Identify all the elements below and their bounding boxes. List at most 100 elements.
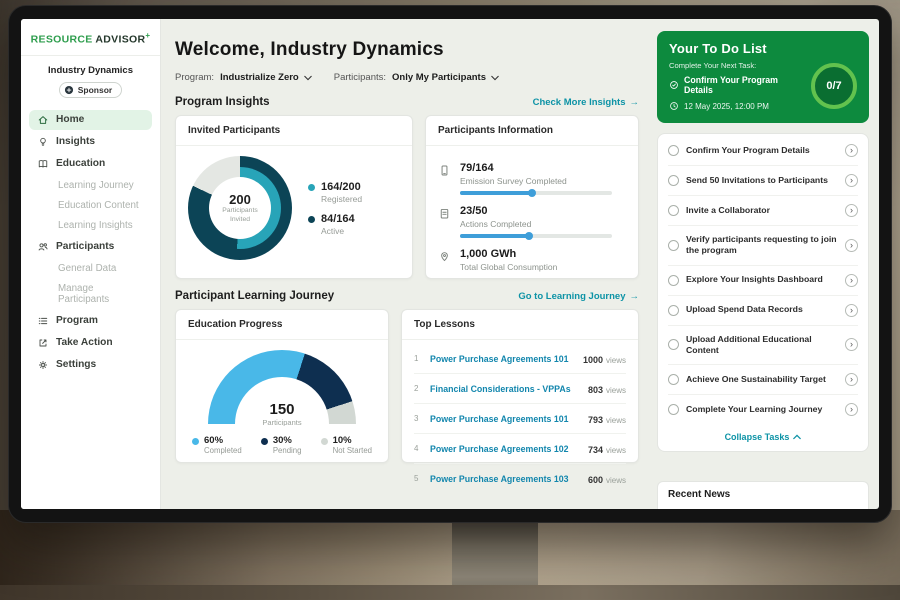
program-select-value: Industrialize Zero (220, 72, 299, 83)
check-more-insights-link[interactable]: Check More Insights → (533, 97, 639, 108)
sidebar-item-participants[interactable]: Participants (29, 237, 152, 257)
legend-item: 84/164 Active (308, 213, 362, 236)
lesson-link[interactable]: Power Purchase Agreements 103 (430, 474, 580, 484)
chevron-right-icon[interactable]: › (845, 144, 858, 157)
todo-item[interactable]: Upload Additional Educational Content › (668, 326, 858, 366)
checkbox-icon[interactable] (668, 339, 679, 350)
chevron-up-icon (793, 434, 801, 440)
lesson-rank: 2 (414, 384, 422, 393)
progress-bar (460, 234, 612, 238)
views-word: views (606, 356, 626, 365)
learning-journey-header: Participant Learning Journey Go to Learn… (175, 290, 639, 302)
logo-secondary: ADVISOR (95, 34, 145, 46)
sidebar-item-label: General Data (58, 263, 116, 274)
consumption-icon (438, 250, 451, 263)
sidebar-item-take-action[interactable]: Take Action (29, 333, 152, 353)
checkbox-icon[interactable] (668, 145, 679, 156)
todo-progress-value: 0/7 (826, 80, 841, 92)
legend-value: 30% (273, 435, 302, 446)
todo-list-card: Confirm Your Program Details › Send 50 I… (657, 133, 869, 452)
program-select[interactable]: Industrialize Zero (220, 72, 312, 83)
logo-plus: + (145, 31, 150, 40)
lesson-link[interactable]: Financial Considerations - VPPAs (430, 384, 580, 394)
legend-dot (261, 438, 268, 445)
action-arrow-icon (37, 337, 49, 349)
sidebar-item-home[interactable]: Home (29, 110, 152, 130)
todo-item[interactable]: Invite a Collaborator › (668, 196, 858, 226)
todo-item[interactable]: Send 50 Invitations to Participants › (668, 166, 858, 196)
legend-item: 164/200 Registered (308, 181, 362, 204)
sidebar-item-label: Settings (56, 359, 96, 370)
todo-item[interactable]: Achieve One Sustainability Target › (668, 365, 858, 395)
stat-row: 23/50 Actions Completed (438, 205, 626, 238)
app-logo: RESOURCE ADVISOR+ (21, 31, 160, 56)
sidebar-item-insights[interactable]: Insights (29, 132, 152, 152)
sidebar-item-program[interactable]: Program (29, 311, 152, 331)
sidebar-item-learning-insights[interactable]: Learning Insights (29, 216, 152, 235)
checkbox-icon[interactable] (668, 240, 679, 251)
checkbox-icon[interactable] (668, 404, 679, 415)
sidebar-item-education[interactable]: Education (29, 154, 152, 174)
go-to-learning-journey-link[interactable]: Go to Learning Journey → (518, 291, 639, 302)
checkbox-icon[interactable] (668, 305, 679, 316)
sidebar-item-label: Participants (56, 241, 114, 252)
chevron-right-icon[interactable]: › (845, 338, 858, 351)
sidebar-item-general-data[interactable]: General Data (29, 259, 152, 278)
lesson-row: 1 Power Purchase Agreements 101 1000view… (414, 344, 626, 374)
sponsor-badge[interactable]: Sponsor (59, 82, 122, 98)
lesson-link[interactable]: Power Purchase Agreements 101 (430, 354, 575, 364)
sidebar-item-label: Education Content (58, 200, 139, 211)
next-task[interactable]: Confirm Your Program Details (669, 75, 807, 95)
chevron-right-icon[interactable]: › (845, 204, 858, 217)
check-circle-icon (669, 80, 679, 90)
lesson-link[interactable]: Power Purchase Agreements 102 (430, 444, 580, 454)
sidebar-item-label: Insights (56, 136, 95, 147)
sidebar-item-settings[interactable]: Settings (29, 355, 152, 375)
lightbulb-icon (37, 136, 49, 148)
chevron-right-icon[interactable]: › (845, 274, 858, 287)
recent-news-header[interactable]: Recent News (657, 481, 869, 509)
chevron-down-icon (491, 75, 499, 81)
sidebar-nav: Home Insights Education Learning Journey… (21, 105, 160, 380)
chevron-right-icon[interactable]: › (845, 373, 858, 386)
participants-info-card: Participants Information 79/164 Emission… (425, 115, 639, 279)
views-word: views (606, 476, 626, 485)
todo-item-label: Upload Spend Data Records (686, 304, 838, 315)
stat-value: 23/50 (460, 205, 612, 217)
sidebar-item-label: Program (56, 315, 98, 326)
todo-item-label: Complete Your Learning Journey (686, 404, 838, 415)
education-progress-card: Education Progress 150 Participants (175, 309, 389, 463)
sidebar-item-label: Learning Insights (58, 220, 133, 231)
checkbox-icon[interactable] (668, 275, 679, 286)
todo-column: Your To Do List Complete Your Next Task:… (651, 19, 879, 509)
next-task-label: Confirm Your Program Details (684, 75, 807, 95)
sidebar-item-manage-participants[interactable]: Manage Participants (29, 279, 152, 309)
todo-item[interactable]: Verify participants requesting to join t… (668, 226, 858, 266)
learning-journey-cards: Education Progress 150 Participants (175, 309, 639, 463)
chevron-right-icon[interactable]: › (845, 174, 858, 187)
main-content: Welcome, Industry Dynamics Program: Indu… (161, 19, 651, 509)
lesson-rank: 3 (414, 414, 422, 423)
participants-select[interactable]: Only My Participants (392, 72, 499, 83)
todo-item[interactable]: Upload Spend Data Records › (668, 296, 858, 326)
todo-item[interactable]: Complete Your Learning Journey › (668, 395, 858, 424)
program-insights-cards: Invited Participants 200 Participants In… (175, 115, 639, 279)
gauge-center-label: Participants (262, 418, 301, 426)
donut-legend: 164/200 Registered 84/164 Active (308, 172, 362, 245)
next-task-time-label: 12 May 2025, 12:00 PM (684, 102, 769, 111)
card-title: Top Lessons (402, 310, 638, 340)
chevron-right-icon[interactable]: › (845, 239, 858, 252)
todo-item[interactable]: Confirm Your Program Details › (668, 136, 858, 166)
collapse-tasks-link[interactable]: Collapse Tasks (668, 424, 858, 447)
chevron-right-icon[interactable]: › (845, 403, 858, 416)
checkbox-icon[interactable] (668, 205, 679, 216)
chevron-right-icon[interactable]: › (845, 304, 858, 317)
sidebar-item-education-content[interactable]: Education Content (29, 196, 152, 215)
top-lessons-card: Top Lessons 1 Power Purchase Agreements … (401, 309, 639, 463)
todo-item[interactable]: Explore Your Insights Dashboard › (668, 266, 858, 296)
stat-row: 79/164 Emission Survey Completed (438, 162, 626, 195)
lesson-link[interactable]: Power Purchase Agreements 101 (430, 414, 580, 424)
checkbox-icon[interactable] (668, 374, 679, 385)
sidebar-item-learning-journey[interactable]: Learning Journey (29, 176, 152, 195)
checkbox-icon[interactable] (668, 175, 679, 186)
